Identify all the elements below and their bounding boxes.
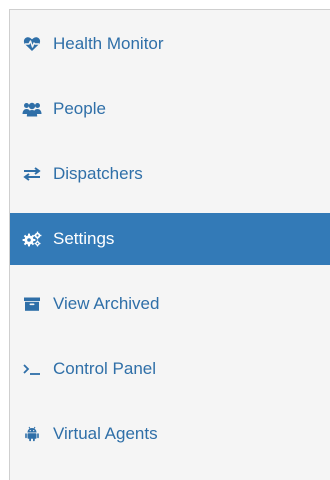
nav-item-view-archived[interactable]: View Archived [10, 278, 330, 330]
nav-item-label: View Archived [53, 294, 160, 313]
nav-item-people[interactable]: People [10, 83, 330, 135]
nav-item-label: Control Panel [53, 359, 157, 378]
nav-item-health-monitor[interactable]: Health Monitor [10, 18, 330, 70]
heartbeat-icon [21, 33, 43, 55]
nav-item-label: Dispatchers [53, 164, 143, 183]
exchange-icon [21, 163, 43, 185]
cogs-icon [21, 228, 43, 250]
sidebar: Health Monitor People Dispatchers Settin… [9, 9, 330, 480]
nav-item-label: Health Monitor [53, 34, 164, 53]
nav-item-label: Settings [53, 229, 115, 248]
terminal-icon [21, 358, 43, 380]
android-icon [21, 423, 43, 445]
nav-item-settings[interactable]: Settings [10, 213, 330, 265]
archive-icon [21, 293, 43, 315]
nav-item-label: People [53, 99, 106, 118]
users-icon [21, 98, 43, 120]
nav-item-virtual-agents[interactable]: Virtual Agents [10, 408, 330, 460]
nav-item-control-panel[interactable]: Control Panel [10, 343, 330, 395]
nav-item-dispatchers[interactable]: Dispatchers [10, 148, 330, 200]
nav-item-label: Virtual Agents [53, 424, 158, 443]
